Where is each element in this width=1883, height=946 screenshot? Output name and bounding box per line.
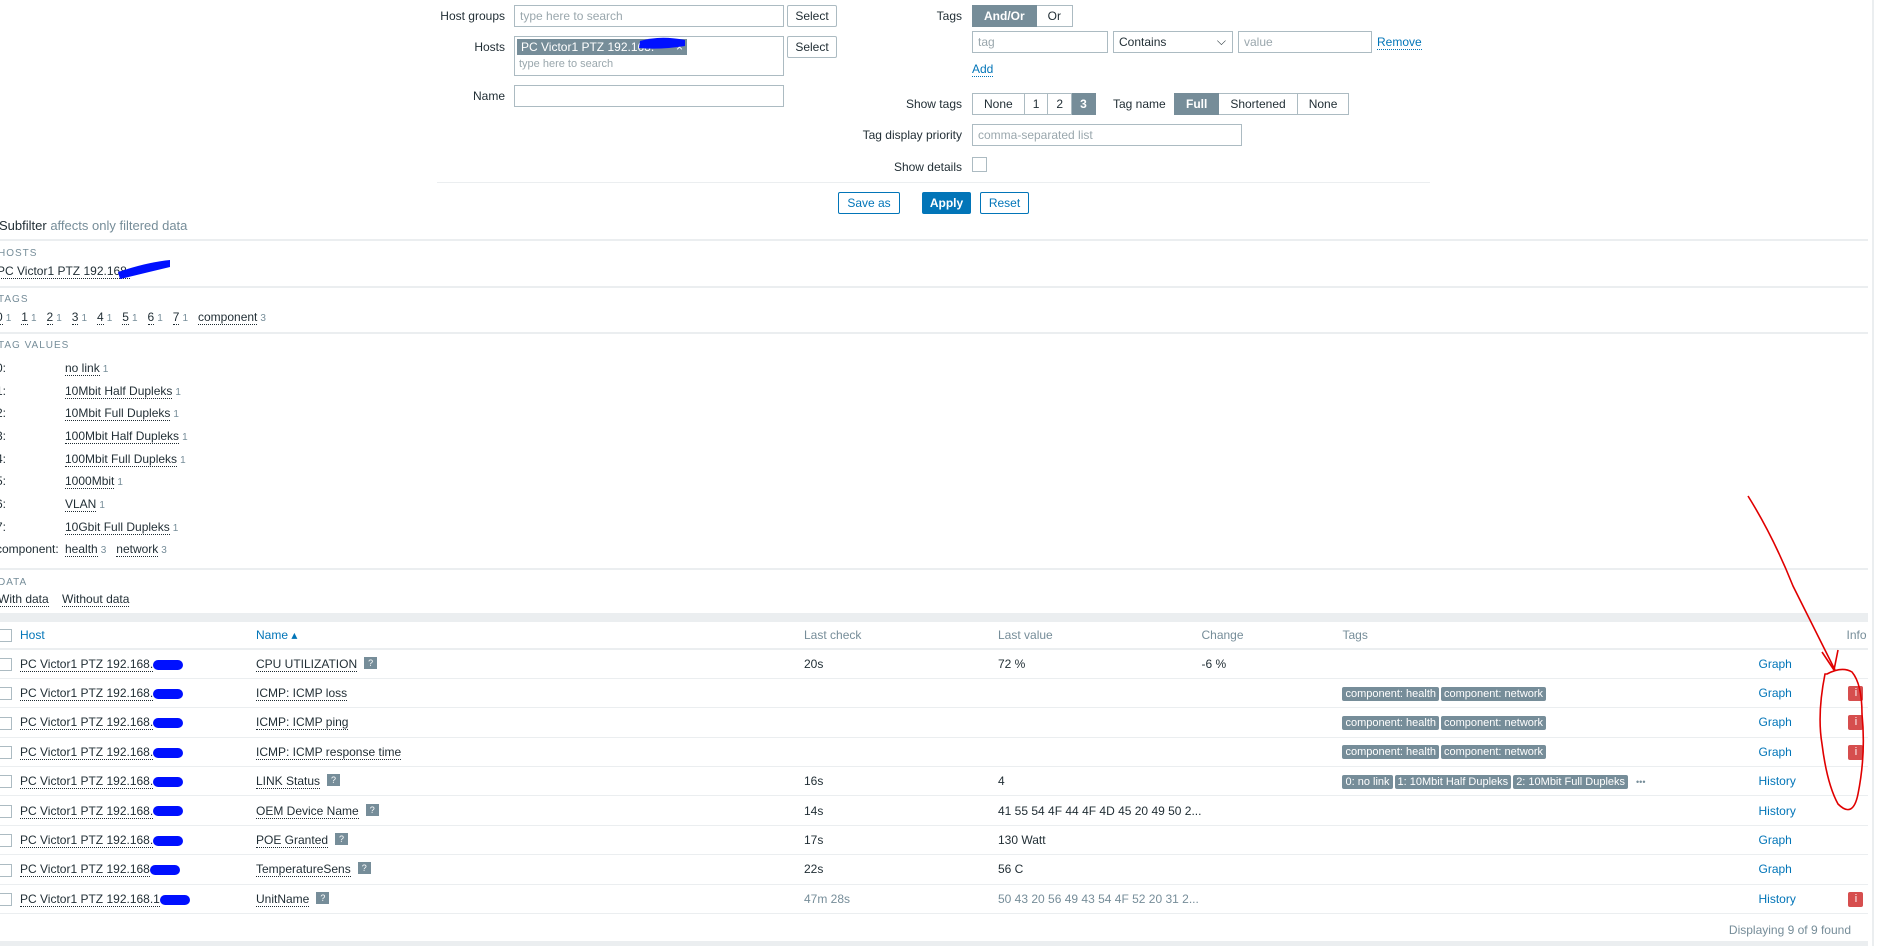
- red-arrow-annotation: [1747, 495, 1865, 811]
- annotation-overlay: [118, 37, 1865, 811]
- annotation-circle: [1819, 668, 1865, 811]
- redaction-mark: [639, 37, 685, 49]
- redaction-mark: [118, 260, 170, 279]
- redaction-scribbles: [118, 37, 685, 279]
- annotation-arrow: [1747, 495, 1836, 671]
